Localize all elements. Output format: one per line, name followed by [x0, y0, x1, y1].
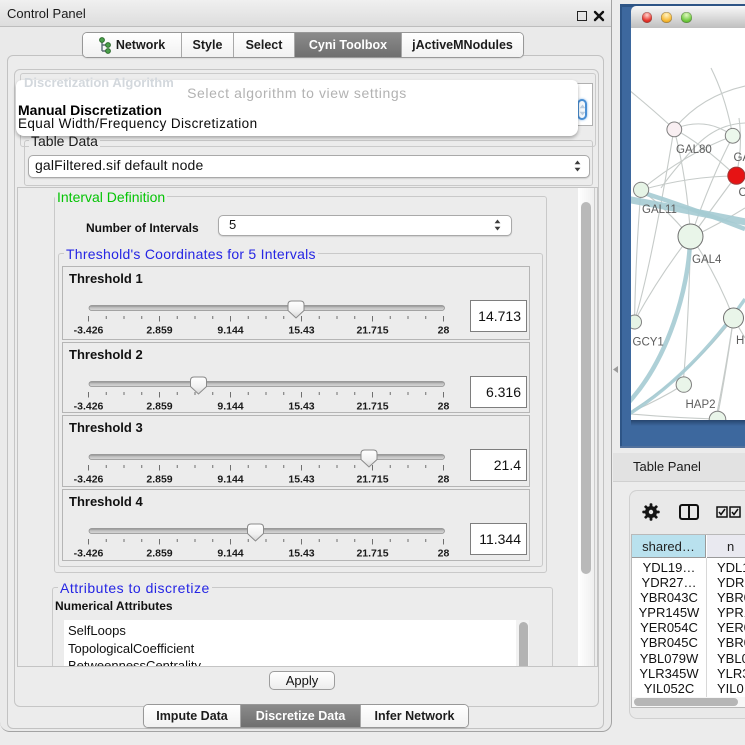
- svg-text:9.144: 9.144: [217, 325, 243, 337]
- svg-text:28: 28: [438, 474, 450, 486]
- svg-text:15.43: 15.43: [288, 548, 314, 560]
- svg-text:2.859: 2.859: [146, 548, 172, 560]
- svg-text:9.144: 9.144: [217, 548, 243, 560]
- svg-text:2.859: 2.859: [146, 474, 172, 486]
- svg-text:2.859: 2.859: [146, 401, 172, 413]
- svg-text:21.715: 21.715: [356, 325, 388, 337]
- svg-text:15.43: 15.43: [288, 474, 314, 486]
- svg-text:28: 28: [438, 325, 450, 337]
- svg-text:15.43: 15.43: [288, 325, 314, 337]
- svg-text:9.144: 9.144: [217, 474, 243, 486]
- svg-text:21.715: 21.715: [356, 401, 388, 413]
- svg-text:GAL11: GAL11: [642, 204, 677, 216]
- svg-text:H: H: [736, 335, 744, 347]
- svg-text:GAL4: GAL4: [692, 254, 722, 266]
- svg-text:-3.426: -3.426: [74, 401, 104, 413]
- svg-text:GA: GA: [734, 152, 745, 164]
- svg-text:-3.426: -3.426: [74, 548, 104, 560]
- svg-text:2.859: 2.859: [146, 325, 172, 337]
- svg-text:21.715: 21.715: [356, 474, 388, 486]
- svg-text:28: 28: [438, 548, 450, 560]
- svg-text:15.43: 15.43: [288, 401, 314, 413]
- svg-text:GAL80: GAL80: [676, 144, 712, 156]
- svg-text:-3.426: -3.426: [74, 325, 104, 337]
- svg-text:9.144: 9.144: [217, 401, 243, 413]
- svg-text:21.715: 21.715: [356, 548, 388, 560]
- svg-text:HAP2: HAP2: [686, 399, 716, 411]
- svg-text:-3.426: -3.426: [74, 474, 104, 486]
- svg-text:C: C: [739, 187, 745, 199]
- svg-text:28: 28: [438, 401, 450, 413]
- svg-text:GCY1: GCY1: [633, 337, 664, 349]
